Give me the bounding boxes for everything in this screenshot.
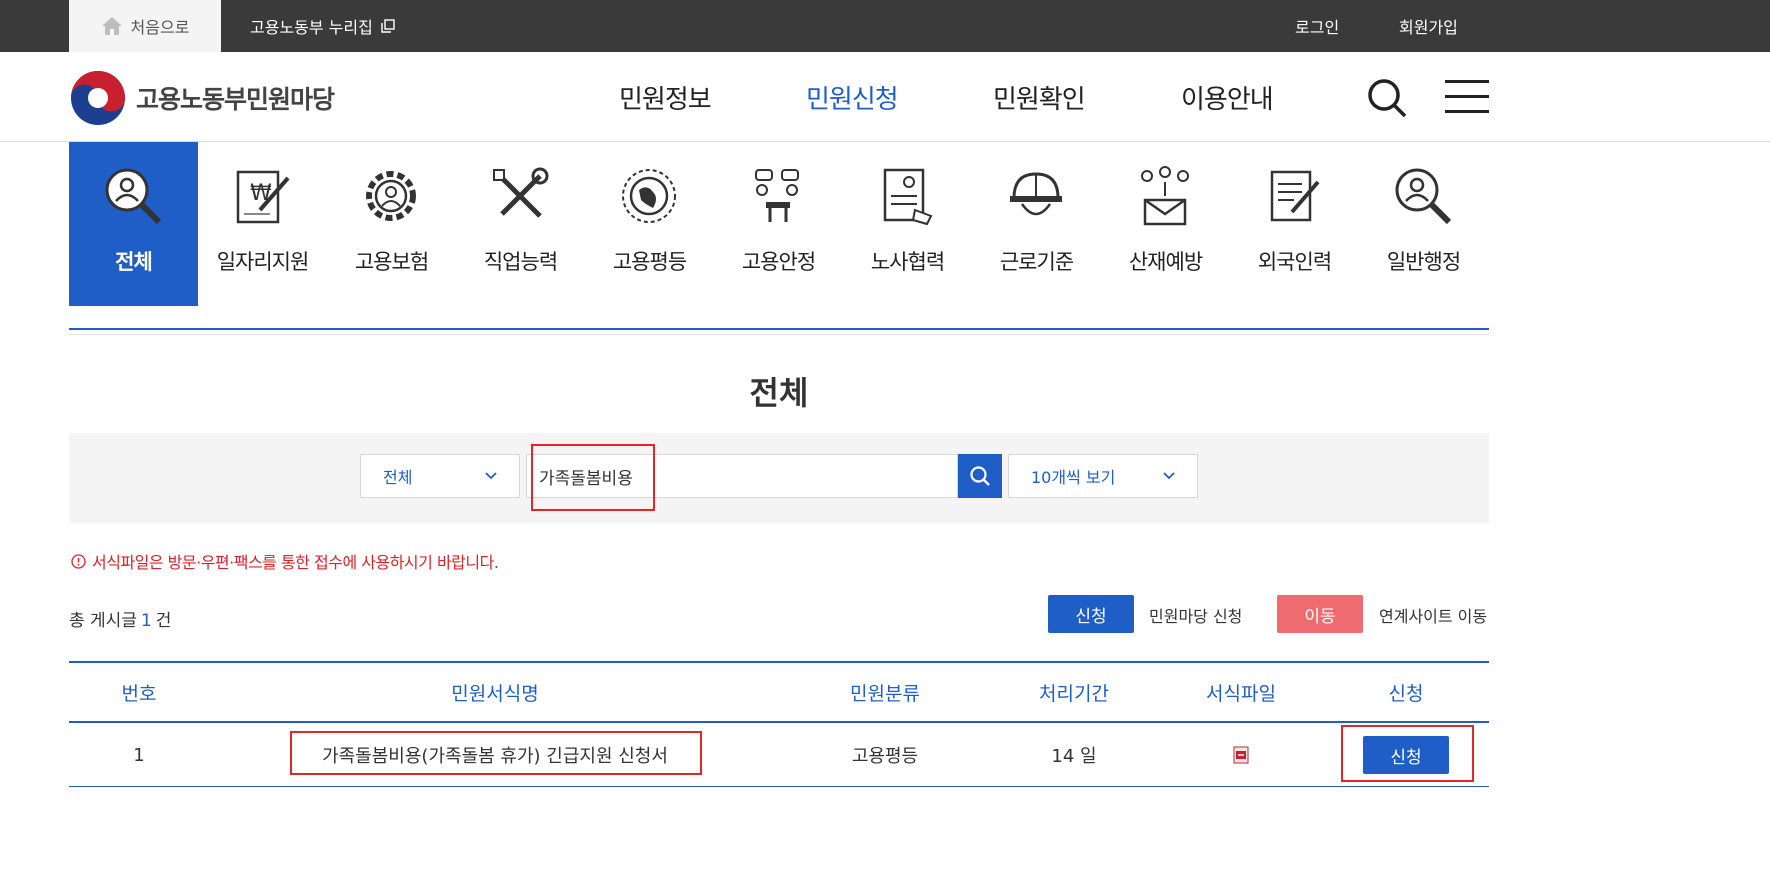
- form-table: 번호 민원서식명 민원분류 처리기간 서식파일 신청 1 가족돌봄비용(가족돌봄…: [69, 661, 1489, 787]
- highlight-apply-button: [1341, 725, 1474, 782]
- moel-homepage-label: 고용노동부 누리집: [250, 18, 373, 37]
- search-person-icon: [1395, 168, 1452, 225]
- category-label: 고용평등: [612, 250, 687, 274]
- new-window-icon: [381, 19, 395, 33]
- info-circle-icon: [71, 553, 86, 569]
- scope-select-value: 전체: [383, 468, 413, 487]
- nav-minwon-check[interactable]: 민원확인: [993, 52, 1086, 142]
- total-count: 총 게시글 1 건: [69, 606, 171, 631]
- table-header: 번호 민원서식명 민원분류 처리기간 서식파일 신청: [69, 661, 1489, 723]
- globe-icon: [622, 169, 676, 223]
- section-divider: [69, 328, 1489, 330]
- meeting-icon: [755, 169, 799, 222]
- page-size-select[interactable]: 10개씩 보기: [1008, 454, 1198, 498]
- notice-text: 서식파일은 방문·우편·팩스를 통한 접수에 사용하시기 바랍니다.: [92, 553, 499, 572]
- header-form-name: 민원서식명: [451, 682, 539, 705]
- category-label: 산재예방: [1128, 250, 1203, 274]
- row-period: 14 일: [1051, 746, 1097, 767]
- category-all[interactable]: 전체: [69, 142, 198, 306]
- category-label: 일자리지원: [216, 250, 310, 274]
- header-number: 번호: [121, 682, 157, 705]
- nav-minwon-apply[interactable]: 민원신청: [806, 52, 899, 142]
- site-header: 고용노동부민원마당 민원정보 민원신청 민원확인 이용안내: [0, 52, 1770, 142]
- category-job-skills[interactable]: 직업능력: [456, 142, 585, 306]
- chevron-down-icon: [485, 472, 497, 480]
- login-link[interactable]: 로그인: [1295, 0, 1339, 52]
- home-link[interactable]: 처음으로: [69, 0, 221, 52]
- site-logo[interactable]: 고용노동부민원마당: [70, 70, 335, 126]
- signup-link[interactable]: 회원가입: [1399, 0, 1458, 52]
- tools-icon: [493, 167, 549, 218]
- search-button[interactable]: [958, 454, 1002, 498]
- document-hand-icon: [883, 168, 933, 226]
- legend-move-desc: 연계사이트 이동: [1379, 607, 1488, 626]
- category-bar: 전체 ₩ 일자리지원 고용보험 직업능력 고용평등 고용안정 노사협력 근로기준…: [69, 142, 1489, 306]
- category-accident-prevention[interactable]: 산재예방: [1101, 142, 1230, 306]
- category-employment-stability[interactable]: 고용안정: [714, 142, 843, 306]
- header-form-file: 서식파일: [1206, 682, 1276, 705]
- category-label: 일반행정: [1386, 250, 1461, 274]
- search-icon: [970, 466, 990, 486]
- row-number: 1: [133, 744, 145, 766]
- category-job-support[interactable]: ₩ 일자리지원: [198, 142, 327, 306]
- category-labor-cooperation[interactable]: 노사협력: [843, 142, 972, 306]
- moel-homepage-link[interactable]: 고용노동부 누리집: [250, 0, 395, 52]
- home-icon: [101, 17, 122, 35]
- row-form-file: [1159, 723, 1323, 787]
- category-label: 노사협력: [870, 250, 945, 274]
- hwp-file-icon[interactable]: [1233, 746, 1249, 764]
- category-foreign-workforce[interactable]: 외국인력: [1230, 142, 1359, 306]
- category-label: 전체: [115, 250, 153, 274]
- header-period: 처리기간: [1039, 682, 1109, 705]
- nav-minwon-info[interactable]: 민원정보: [619, 52, 712, 142]
- hamburger-menu-icon[interactable]: [1445, 78, 1489, 116]
- count-suffix: 건: [155, 611, 172, 631]
- header-category: 민원분류: [850, 682, 920, 705]
- search-icon[interactable]: [1366, 77, 1408, 119]
- category-general-admin[interactable]: 일반행정: [1359, 142, 1488, 306]
- header-apply: 신청: [1388, 682, 1424, 705]
- count-prefix: 총 게시글: [69, 611, 137, 631]
- legend-apply-desc: 민원마당 신청: [1149, 607, 1243, 626]
- legend-apply-badge: 신청: [1048, 595, 1134, 633]
- helmet-icon: [1010, 172, 1062, 216]
- page-size-select-value: 10개씩 보기: [1031, 468, 1116, 487]
- top-utility-bar: 처음으로 고용노동부 누리집 로그인 회원가입: [0, 0, 1770, 52]
- highlight-form-name: [290, 731, 702, 775]
- count-value: 1: [140, 611, 152, 631]
- logo-text: 고용노동부민원마당: [136, 85, 335, 114]
- people-mail-icon: [1141, 166, 1189, 226]
- category-label: 근로기준: [999, 250, 1074, 274]
- home-label: 처음으로: [130, 18, 190, 37]
- category-employment-insurance[interactable]: 고용보험: [327, 142, 456, 306]
- search-panel: 전체 10개씩 보기: [69, 433, 1489, 523]
- taegeuk-logo-icon: [71, 71, 125, 125]
- row-category: 고용평등: [851, 746, 919, 767]
- search-person-icon: [105, 168, 162, 225]
- category-label: 고용안정: [741, 250, 816, 274]
- legend-move-badge: 이동: [1277, 595, 1363, 633]
- highlight-search-query: [531, 444, 655, 511]
- category-equal-employment[interactable]: 고용평등: [585, 142, 714, 306]
- form-file-notice: 서식파일은 방문·우편·팩스를 통한 접수에 사용하시기 바랍니다.: [71, 549, 499, 573]
- chevron-down-icon: [1163, 472, 1175, 480]
- won-document-icon: ₩: [236, 170, 290, 224]
- scope-select[interactable]: 전체: [360, 454, 520, 498]
- category-label: 고용보험: [354, 250, 429, 274]
- page-title: 전체: [749, 374, 809, 412]
- gear-person-icon: [366, 171, 416, 221]
- table-row: 1 가족돌봄비용(가족돌봄 휴가) 긴급지원 신청서 고용평등 14 일 신청: [69, 723, 1489, 787]
- category-label: 직업능력: [483, 250, 558, 274]
- category-labor-standards[interactable]: 근로기준: [972, 142, 1101, 306]
- nav-usage-guide[interactable]: 이용안내: [1181, 52, 1274, 142]
- section-divider-thin: [69, 334, 1489, 335]
- category-label: 외국인력: [1257, 250, 1332, 274]
- document-pen-icon: [1270, 170, 1320, 222]
